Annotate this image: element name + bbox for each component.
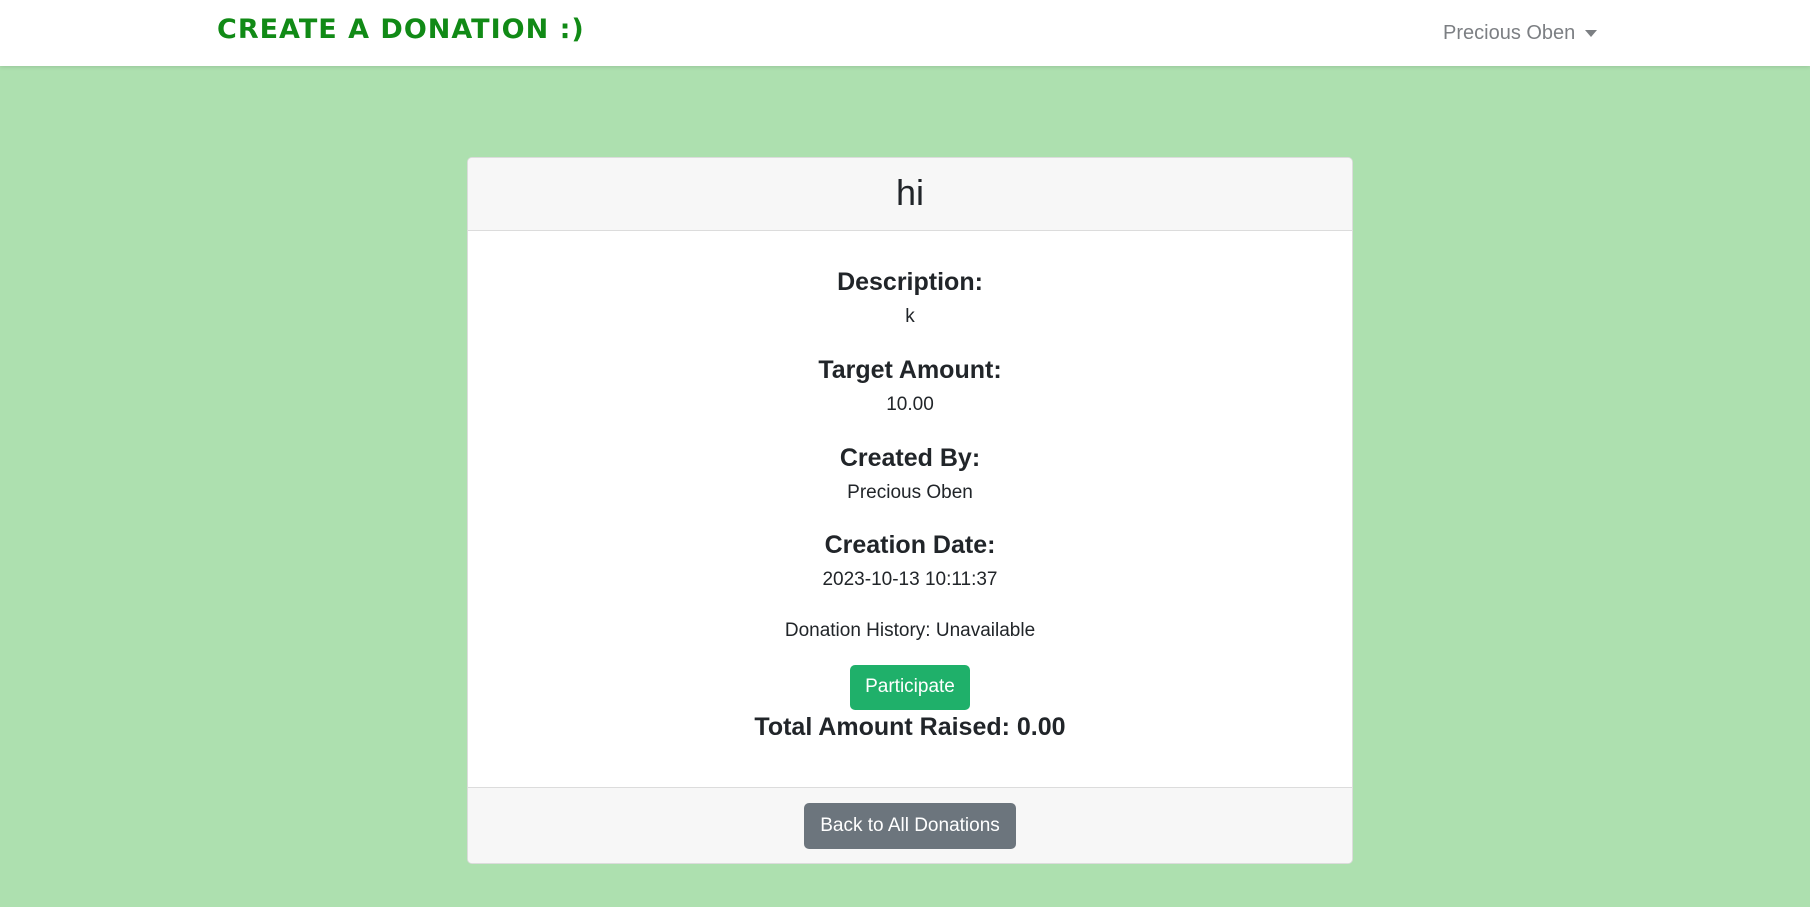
- description-label: Description:: [837, 268, 983, 296]
- donation-title: hi: [895, 172, 925, 213]
- target-amount-value: 10.00: [886, 393, 934, 415]
- user-menu-dropdown[interactable]: Precious Oben: [1443, 22, 1598, 45]
- participate-button[interactable]: Participate: [850, 664, 970, 710]
- creation-date-value: 2023-10-13 10:11:37: [822, 569, 998, 591]
- card-body: Description: k Target Amount: 10.00 Crea…: [468, 231, 1352, 787]
- description-value: k: [905, 306, 915, 327]
- card-footer: Back to All Donations: [468, 787, 1352, 863]
- created-by-label: Created By:: [839, 443, 981, 472]
- creation-date-field: Creation Date: 2023-10-13 10:11:37: [468, 530, 1352, 592]
- donation-history-text: Donation History: Unavailable: [784, 620, 1036, 642]
- card-header: hi: [468, 158, 1352, 231]
- created-by-value: Precious Oben: [847, 481, 973, 503]
- target-amount-field: Target Amount: 10.00: [468, 355, 1352, 417]
- created-by-field: Created By: Precious Oben: [468, 443, 1352, 505]
- brand-link[interactable]: CREATE A DONATION :): [217, 14, 585, 45]
- creation-date-label: Creation Date:: [824, 531, 996, 560]
- caret-down-icon: [1585, 30, 1598, 37]
- user-name: Precious Oben: [1443, 22, 1576, 44]
- top-navbar: CREATE A DONATION :) Precious Oben: [0, 0, 1810, 66]
- description-field: Description: k: [468, 267, 1352, 329]
- total-amount-raised: Total Amount Raised: 0.00: [754, 712, 1066, 741]
- back-to-donations-button[interactable]: Back to All Donations: [804, 803, 1016, 849]
- target-amount-label: Target Amount:: [818, 355, 1002, 384]
- donation-card: hi Description: k Target Amount: 10.00 C…: [467, 157, 1353, 864]
